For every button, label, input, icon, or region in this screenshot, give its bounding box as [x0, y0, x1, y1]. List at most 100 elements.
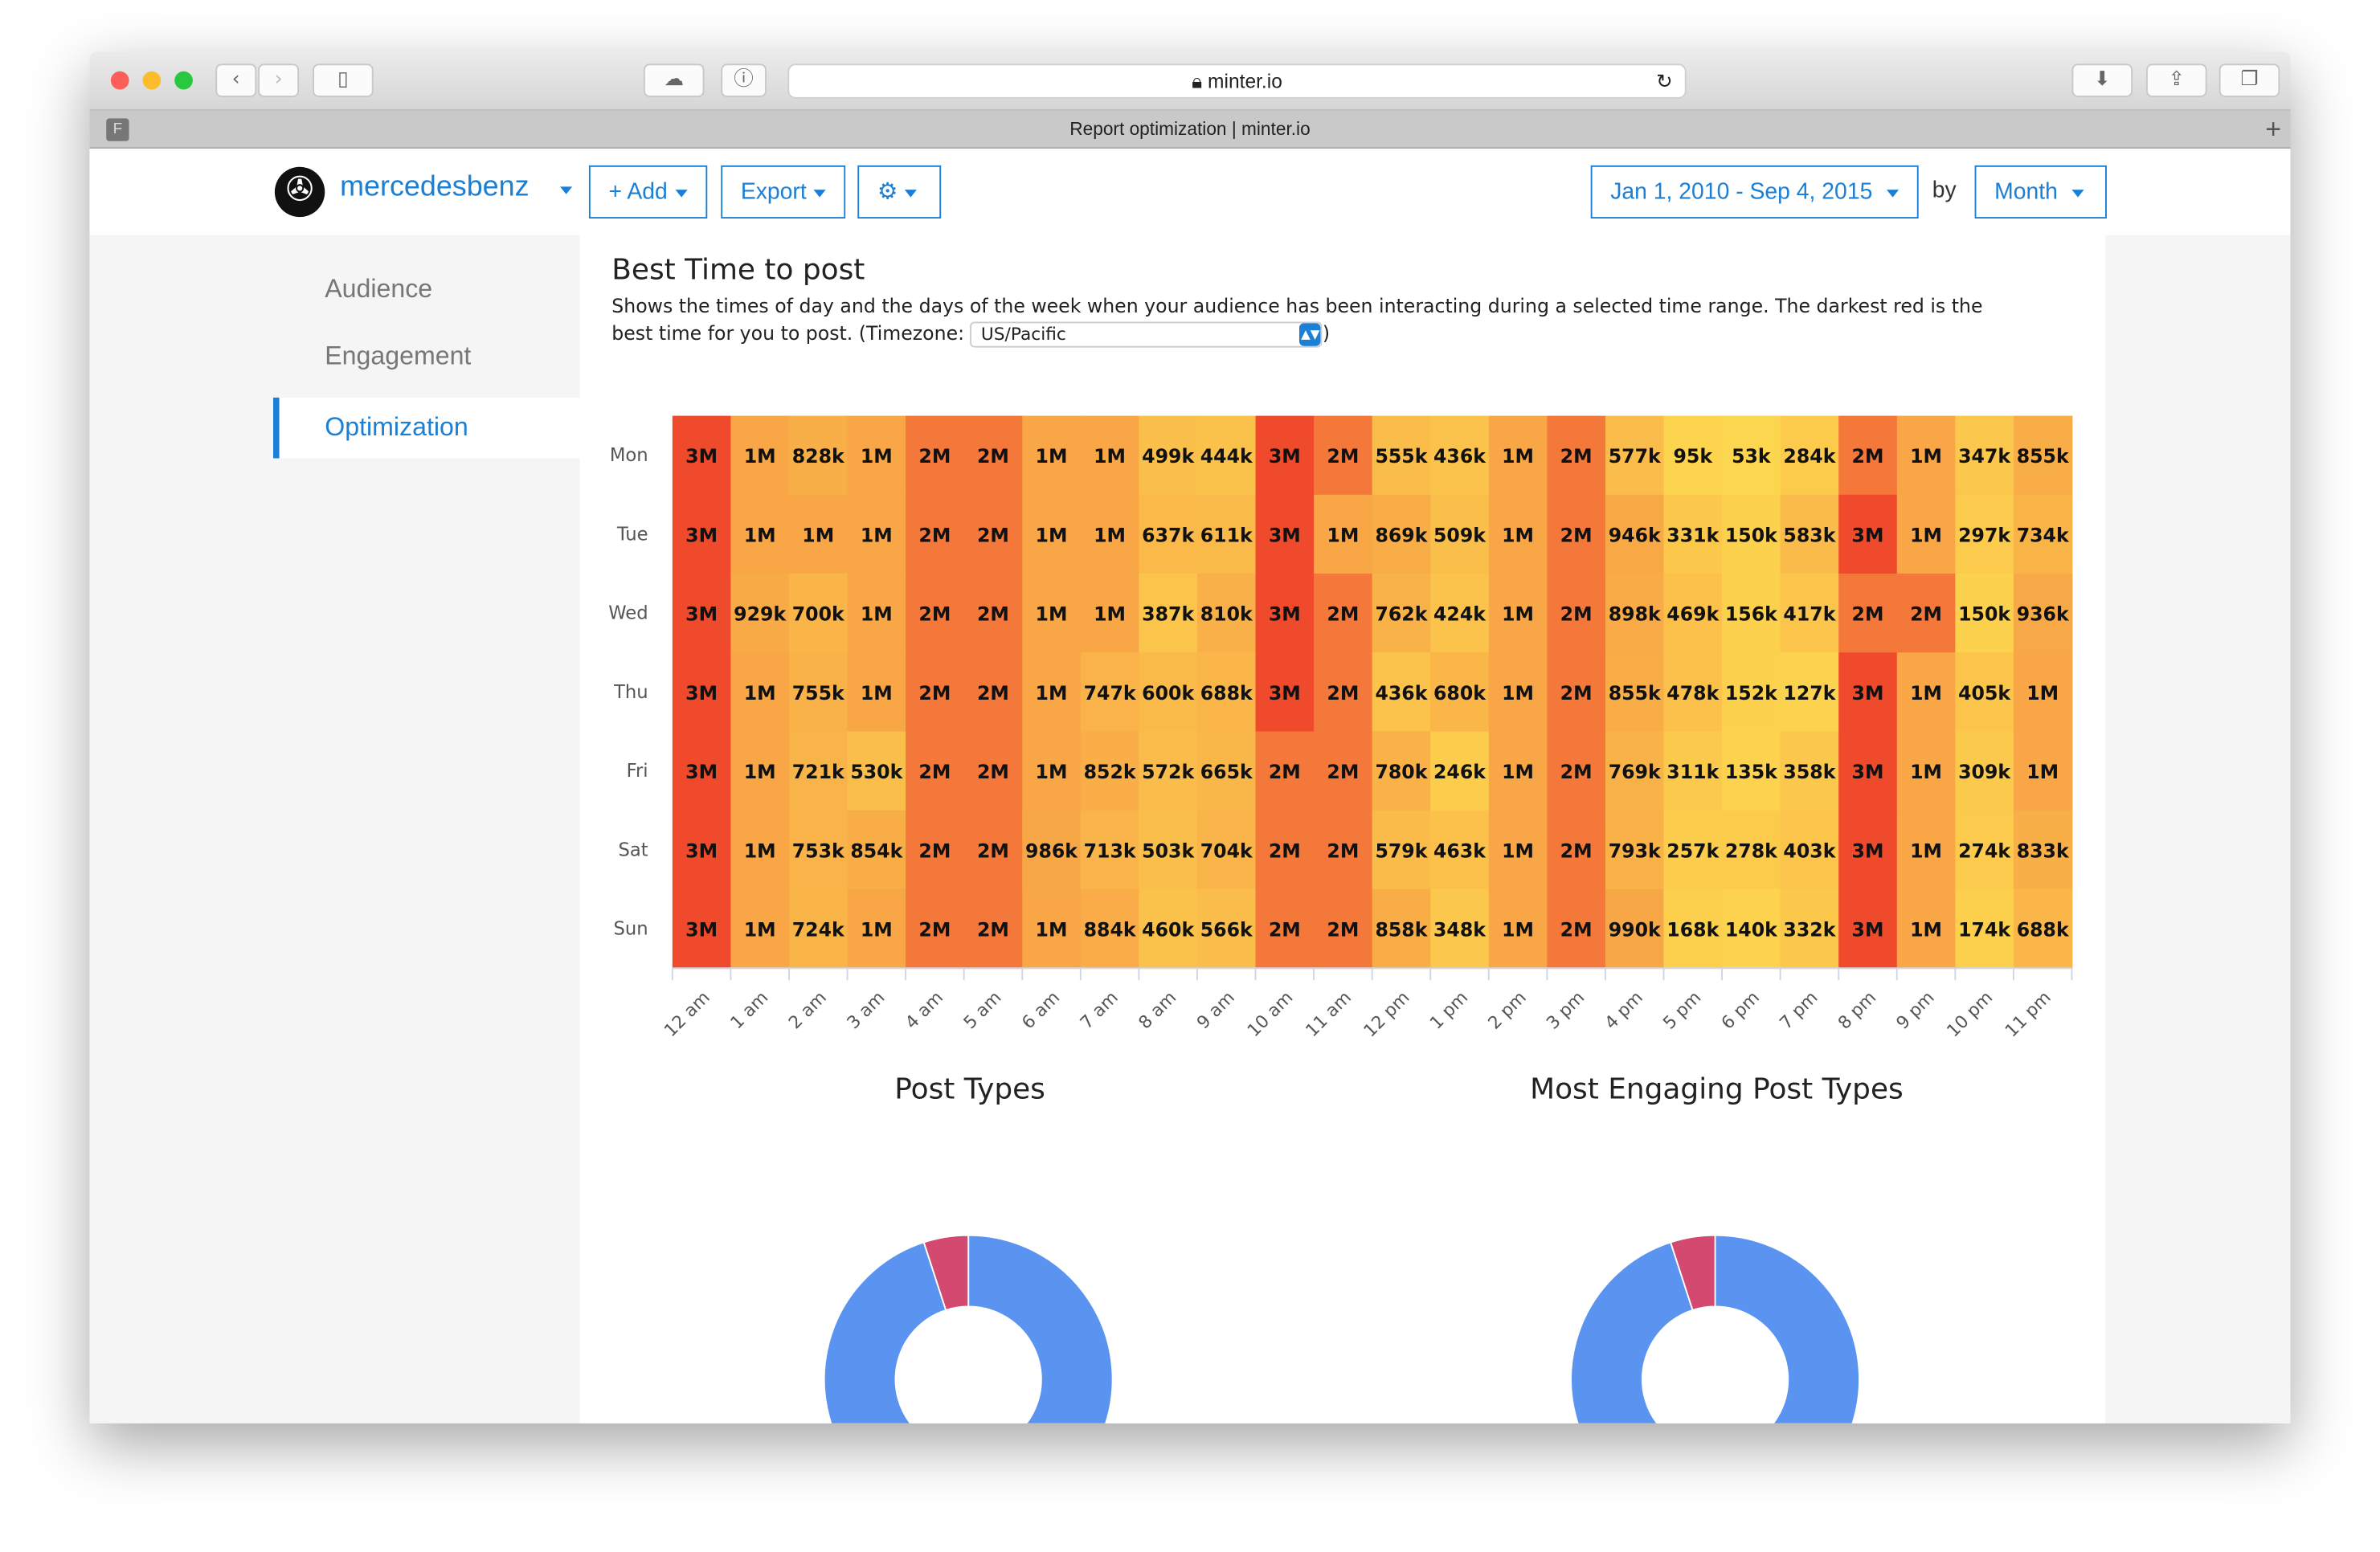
cloud-icon[interactable]: ☁ [643, 63, 705, 97]
period-select[interactable]: Month [1974, 165, 2107, 219]
cell-label: 358k [1783, 761, 1836, 783]
cell-label: 713k [1084, 839, 1137, 862]
cell-label: 309k [1958, 761, 2011, 783]
x-tick-label: 7 pm [1776, 988, 1822, 1034]
cell-label: 2M [918, 839, 951, 862]
x-tick-label: 10 am [1244, 988, 1297, 1041]
cell-label: 680k [1433, 682, 1486, 705]
cell-label: 3M [685, 603, 718, 626]
cell-label: 417k [1783, 603, 1836, 626]
cell-label: 2M [977, 524, 1009, 546]
cell-label: 898k [1609, 603, 1662, 626]
x-tick-label: 11 pm [2002, 988, 2055, 1042]
close-button[interactable] [110, 71, 129, 90]
cell-label: 833k [2017, 839, 2070, 862]
cell-label: 2M [977, 839, 1009, 862]
cell-label: 572k [1142, 761, 1195, 783]
sidebar-item-audience[interactable]: Audience [273, 259, 580, 321]
cell-label: 278k [1725, 839, 1778, 862]
cell-label: 246k [1433, 761, 1486, 783]
cell-label: 2M [1560, 682, 1593, 705]
cell-label: 2M [977, 682, 1009, 705]
minimize-button[interactable] [142, 71, 162, 90]
x-tick-label: 6 pm [1718, 988, 1764, 1034]
tabs-icon[interactable]: ❐ [2218, 63, 2280, 97]
cell-label: 1M [861, 603, 893, 626]
add-label: + Add [608, 178, 668, 206]
title-bar: ‹ › ▯ ☁ ⓘ 🔒︎ minter.io ↻ ⬇ ⇪ ❐ [89, 51, 2291, 111]
browser-window: ‹ › ▯ ☁ ⓘ 🔒︎ minter.io ↻ ⬇ ⇪ ❐ F Report o… [89, 51, 2291, 1423]
cell-label: 168k [1666, 919, 1720, 941]
cell-label: 2M [918, 524, 951, 546]
cell-label: 2M [1269, 919, 1301, 941]
cell-label: 2M [1560, 761, 1593, 783]
cell-label: 1M [1502, 603, 1534, 626]
cell-label: 3M [1269, 445, 1301, 468]
cell-label: 1M [1910, 682, 1942, 705]
row-label: Sun [613, 919, 648, 940]
share-icon[interactable]: ⇪ [2146, 63, 2207, 97]
cell-label: 284k [1783, 445, 1836, 468]
cell-label: 1M [1502, 524, 1534, 546]
x-tick-label: 8 pm [1834, 988, 1880, 1034]
cell-label: 755k [792, 682, 845, 705]
url-text: minter.io [1208, 69, 1282, 93]
sidebar-item-optimization[interactable]: Optimization [273, 397, 580, 459]
caret-down-icon [2071, 189, 2084, 197]
export-button[interactable]: Export [721, 165, 846, 219]
password-icon[interactable]: ⓘ [721, 63, 767, 97]
sidebar-toggle-icon[interactable]: ▯ [313, 63, 374, 97]
cell-label: 1M [1910, 524, 1942, 546]
tab-bar: F Report optimization | minter.io + [89, 110, 2291, 149]
tab-title[interactable]: Report optimization | minter.io [1069, 118, 1310, 139]
date-range-picker[interactable]: Jan 1, 2010 - Sep 4, 2015 [1590, 165, 1919, 219]
cell-label: 174k [1958, 919, 2011, 941]
date-range-label: Jan 1, 2010 - Sep 4, 2015 [1610, 178, 1873, 206]
cell-label: 2M [1560, 445, 1593, 468]
account-selector[interactable]: mercedesbenz [340, 171, 529, 205]
cell-label: 2M [977, 445, 1009, 468]
cell-label: 2M [1560, 839, 1593, 862]
cell-label: 156k [1725, 603, 1778, 626]
x-tick-label: 12 pm [1360, 988, 1414, 1042]
cell-label: 2M [1269, 761, 1301, 783]
cell-label: 566k [1200, 919, 1253, 941]
lock-icon: 🔒︎ [1192, 69, 1208, 93]
cell-label: 1M [1502, 445, 1534, 468]
cell-label: 509k [1433, 524, 1486, 546]
cell-label: 1M [1502, 919, 1534, 941]
settings-button[interactable]: ⚙ [857, 165, 942, 219]
cell-label: 1M [1910, 839, 1942, 862]
period-label: Month [1994, 178, 2058, 206]
forward-icon[interactable]: › [258, 63, 300, 97]
sidebar-item-engagement[interactable]: Engagement [273, 326, 580, 387]
right-gutter [2105, 235, 2291, 1423]
cell-label: 1M [1036, 445, 1068, 468]
cell-label: 3M [1269, 524, 1301, 546]
cell-label: 436k [1375, 682, 1428, 705]
reload-icon[interactable]: ↻ [1656, 65, 1673, 99]
cell-label: 311k [1666, 761, 1720, 783]
caret-down-icon [814, 189, 827, 197]
cell-label: 2M [1327, 839, 1359, 862]
x-tick-label: 7 am [1077, 988, 1123, 1034]
cell-label: 929k [734, 603, 787, 626]
cell-label: 3M [685, 839, 718, 862]
cell-label: 1M [861, 919, 893, 941]
cell-label: 704k [1200, 839, 1253, 862]
cell-label: 3M [685, 761, 718, 783]
cell-label: 1M [1036, 761, 1068, 783]
cell-label: 665k [1200, 761, 1253, 783]
download-icon[interactable]: ⬇ [2071, 63, 2133, 97]
cell-label: 436k [1433, 445, 1486, 468]
back-icon[interactable]: ‹ [215, 63, 257, 97]
new-tab-icon[interactable]: + [2265, 111, 2281, 147]
zoom-button[interactable] [174, 71, 193, 90]
export-label: Export [740, 178, 807, 206]
cell-label: 700k [792, 603, 845, 626]
account-dropdown-icon[interactable] [560, 186, 573, 194]
add-button[interactable]: + Add [588, 165, 707, 219]
address-bar[interactable]: 🔒︎ minter.io ↻ [787, 63, 1687, 99]
favicon-icon: F [106, 118, 129, 141]
cell-label: 1M [1036, 603, 1068, 626]
